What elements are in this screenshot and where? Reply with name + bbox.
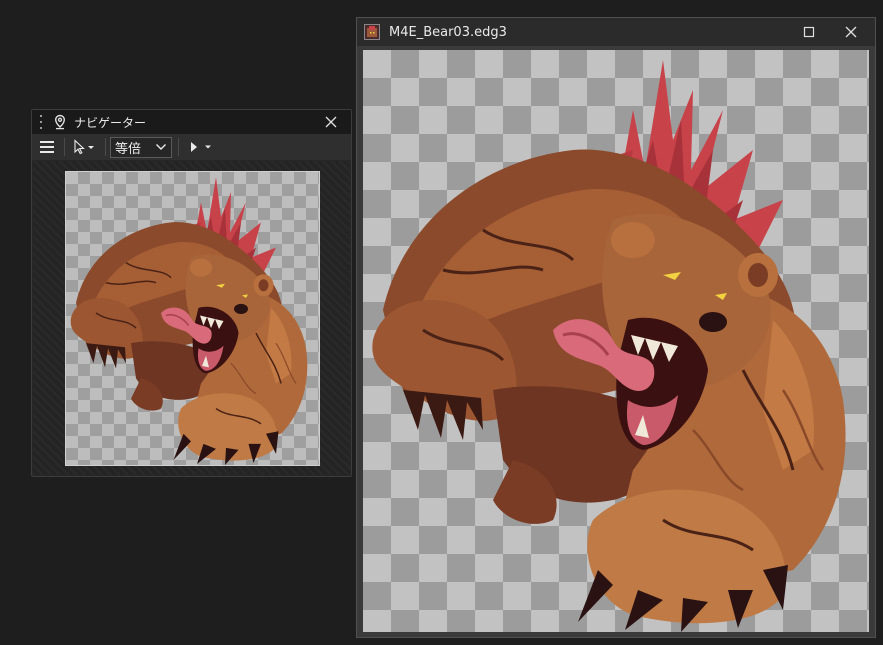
- chevron-down-icon: [156, 144, 166, 150]
- grip-icon[interactable]: [36, 115, 46, 129]
- document-window: M4E_Bear03.edg3: [356, 17, 876, 638]
- toolbar-divider: [178, 138, 179, 156]
- navigator-title: ナビゲーター: [74, 115, 147, 130]
- hamburger-menu-icon[interactable]: [34, 136, 60, 158]
- pin-icon: [52, 114, 68, 130]
- navigator-close-icon[interactable]: [323, 114, 339, 130]
- play-button[interactable]: [183, 136, 219, 158]
- pointer-tool-button[interactable]: [69, 136, 101, 158]
- document-canvas[interactable]: [363, 50, 869, 632]
- toolbar-divider: [105, 138, 106, 156]
- document-title: M4E_Bear03.edg3: [389, 24, 507, 40]
- pointer-icon: [74, 139, 94, 155]
- maximize-icon[interactable]: [801, 24, 817, 40]
- document-close-icon[interactable]: [843, 24, 859, 40]
- navigator-toolbar: 等倍: [32, 134, 351, 160]
- navigator-titlebar[interactable]: ナビゲーター: [32, 110, 351, 134]
- navigator-thumbnail[interactable]: [65, 171, 320, 466]
- bear-thumbnail-art: [69, 176, 309, 465]
- bear-artwork: [370, 58, 848, 632]
- document-titlebar[interactable]: M4E_Bear03.edg3: [357, 18, 875, 46]
- file-icon: [364, 24, 380, 40]
- navigator-viewport[interactable]: [33, 161, 350, 475]
- play-icon: [191, 142, 211, 152]
- zoom-select-value: 等倍: [115, 141, 142, 157]
- navigator-panel: ナビゲーター 等倍: [31, 109, 352, 477]
- toolbar-divider: [64, 138, 65, 156]
- zoom-select[interactable]: 等倍: [110, 136, 172, 158]
